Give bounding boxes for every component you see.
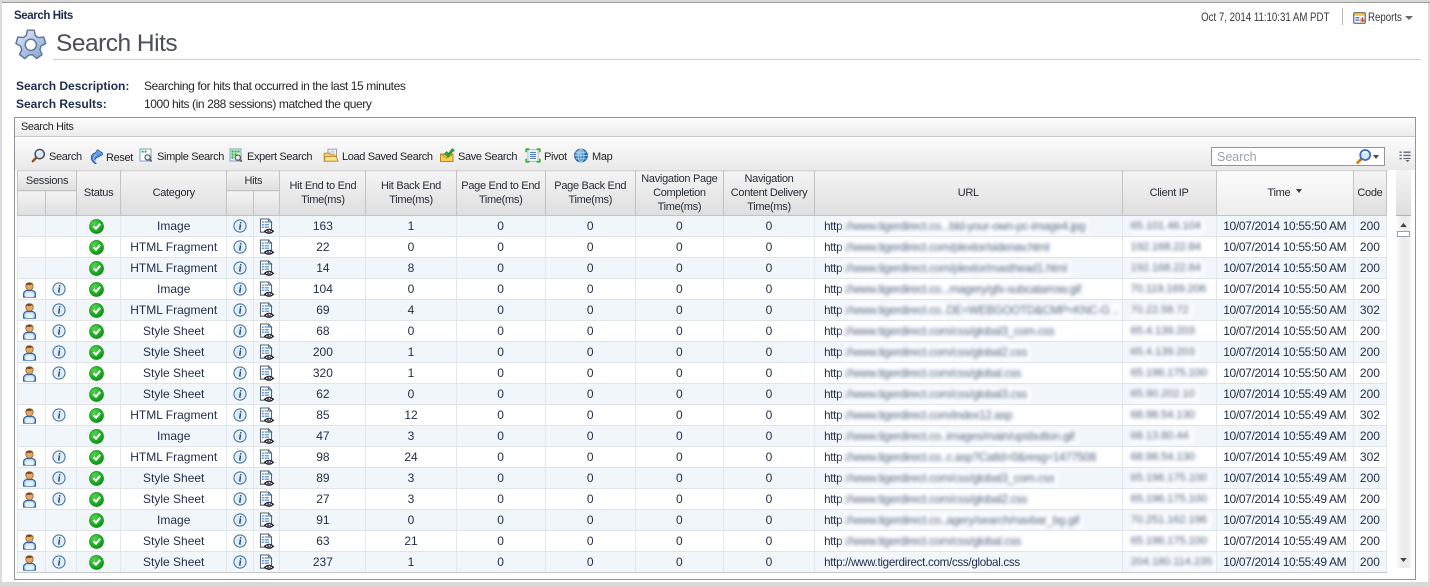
svg-text:i: i <box>239 369 242 380</box>
svg-text:i: i <box>239 411 242 422</box>
svg-text:i: i <box>239 558 242 569</box>
svg-text:i: i <box>239 222 242 233</box>
svg-text:i: i <box>58 558 61 569</box>
svg-text:i: i <box>239 474 242 485</box>
svg-text:i: i <box>239 432 242 443</box>
svg-text:i: i <box>239 348 242 359</box>
svg-text:i: i <box>239 390 242 401</box>
svg-text:i: i <box>58 537 61 548</box>
svg-text:i: i <box>239 264 242 275</box>
svg-text:i: i <box>239 453 242 464</box>
svg-text:i: i <box>239 243 242 254</box>
svg-text:i: i <box>58 306 61 317</box>
svg-text:i: i <box>239 327 242 338</box>
svg-text:i: i <box>239 285 242 296</box>
svg-text:i: i <box>58 327 61 338</box>
svg-text:i: i <box>58 411 61 422</box>
svg-text:i: i <box>58 453 61 464</box>
svg-text:i: i <box>239 516 242 527</box>
svg-text:i: i <box>58 348 61 359</box>
svg-text:i: i <box>239 537 242 548</box>
svg-text:i: i <box>58 285 61 296</box>
svg-text:i: i <box>58 495 61 506</box>
svg-text:i: i <box>58 369 61 380</box>
svg-text:i: i <box>58 474 61 485</box>
svg-text:i: i <box>239 495 242 506</box>
svg-text:i: i <box>239 306 242 317</box>
